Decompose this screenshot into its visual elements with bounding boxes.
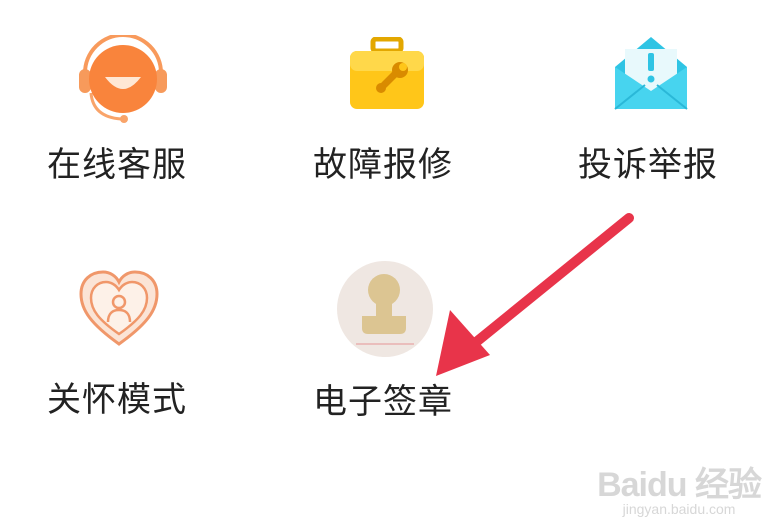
customer-service-headset-icon: [79, 35, 167, 123]
menu-item-fault-repair[interactable]: 故障报修: [300, 25, 500, 195]
menu-item-online-service[interactable]: 在线客服: [30, 25, 230, 195]
menu-item-label: 故障报修: [313, 145, 453, 185]
electronic-seal-stamp-icon: [337, 261, 433, 357]
menu-item-care-mode[interactable]: 关怀模式: [30, 262, 230, 422]
menu-item-complaint-report[interactable]: 投诉举报: [570, 25, 770, 195]
care-heart-person-icon: [79, 270, 159, 346]
menu-item-label: 关怀模式: [47, 380, 187, 420]
watermark-logo: Baidu 经验: [597, 465, 762, 504]
menu-item-label: 在线客服: [47, 145, 187, 185]
complaint-envelope-icon: [614, 37, 688, 110]
watermark-site: jingyan.baidu.com: [622, 500, 736, 517]
menu-item-label: 电子签章: [313, 382, 453, 422]
menu-item-label: 投诉举报: [578, 145, 718, 185]
baidu-jingyan-watermark: Baidu 经验 jingyan.baidu.com: [597, 465, 762, 517]
repair-toolbox-icon: [350, 37, 424, 109]
menu-item-electronic-seal[interactable]: 电子签章: [300, 250, 500, 422]
